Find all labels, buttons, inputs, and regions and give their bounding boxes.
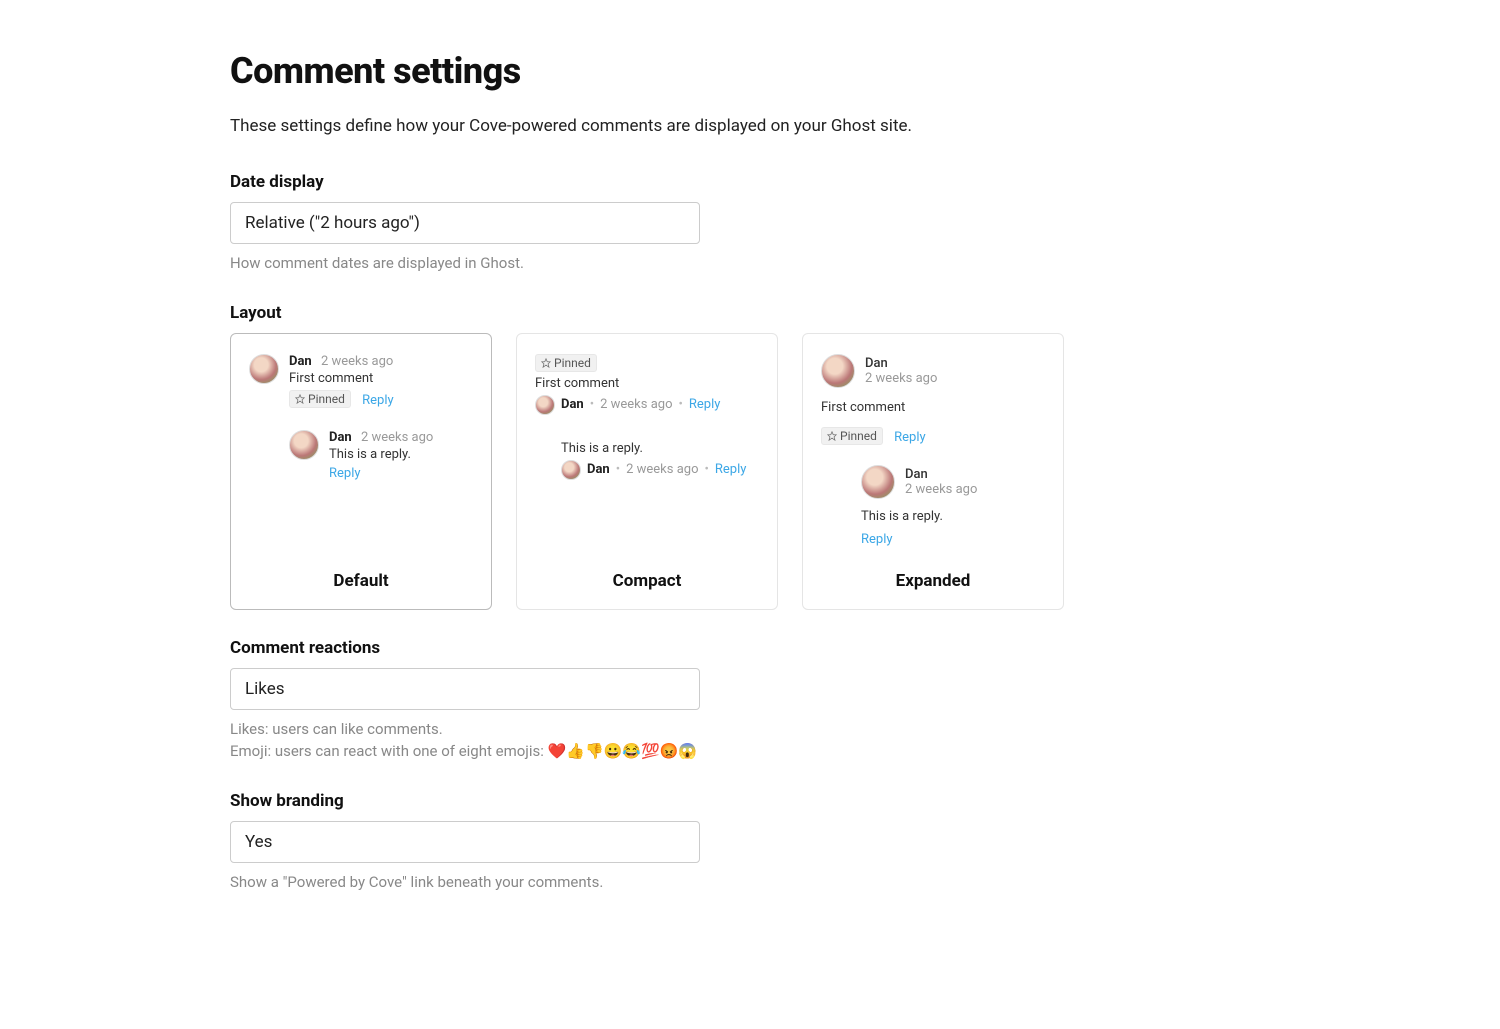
avatar [561, 460, 581, 480]
comment-author: Dan [561, 397, 584, 412]
comment-author: Dan [865, 356, 937, 371]
branding-select[interactable]: Yes [230, 821, 700, 863]
star-icon [827, 431, 837, 441]
comment-author: Dan [289, 354, 312, 369]
avatar [821, 354, 855, 388]
pinned-badge: Pinned [535, 354, 597, 372]
pinned-label: Pinned [554, 356, 591, 370]
separator: • [616, 462, 620, 477]
comment-text: First comment [289, 371, 473, 386]
avatar [289, 430, 319, 460]
reactions-help: Likes: users can like comments. Emoji: u… [230, 718, 1460, 763]
avatar [249, 354, 279, 384]
layout-option-default[interactable]: Dan 2 weeks ago First comment Pinned Rep… [230, 333, 492, 610]
layout-title-expanded: Expanded [803, 557, 1063, 609]
reply-text: This is a reply. [561, 441, 759, 456]
star-icon [295, 394, 305, 404]
reactions-select[interactable]: Likes [230, 668, 700, 710]
reply-text: This is a reply. [329, 447, 473, 462]
reply-time: 2 weeks ago [905, 482, 977, 497]
page-title: Comment settings [230, 50, 1460, 92]
comment-text: First comment [821, 400, 1045, 415]
layout-preview-expanded: Dan 2 weeks ago First comment Pinned Rep… [803, 334, 1063, 557]
comment-time: 2 weeks ago [865, 371, 937, 386]
separator: • [590, 397, 594, 412]
reply-time: 2 weeks ago [626, 462, 698, 477]
layout-title-default: Default [231, 557, 491, 609]
page-intro: These settings define how your Cove-powe… [230, 116, 1460, 136]
reply-text: This is a reply. [861, 509, 1045, 524]
date-display-help: How comment dates are displayed in Ghost… [230, 252, 1460, 275]
separator: • [705, 462, 709, 477]
reactions-label: Comment reactions [230, 638, 1460, 658]
comment-text: First comment [535, 376, 759, 391]
layout-option-expanded[interactable]: Dan 2 weeks ago First comment Pinned Rep… [802, 333, 1064, 610]
reply-link[interactable]: Reply [861, 532, 893, 547]
date-display-select[interactable]: Relative ("2 hours ago") [230, 202, 700, 244]
pinned-label: Pinned [308, 392, 345, 406]
layout-preview-compact: Pinned First comment Dan • 2 weeks ago •… [517, 334, 777, 557]
branding-help: Show a "Powered by Cove" link beneath yo… [230, 871, 1460, 894]
pinned-badge: Pinned [289, 390, 351, 408]
reply-time: 2 weeks ago [361, 430, 433, 445]
reply-link[interactable]: Reply [362, 393, 394, 408]
comment-time: 2 weeks ago [600, 397, 672, 412]
branding-label: Show branding [230, 791, 1460, 811]
date-display-label: Date display [230, 172, 1460, 192]
reactions-help-line2: Emoji: users can react with one of eight… [230, 740, 1460, 763]
separator: • [679, 397, 683, 412]
reply-link[interactable]: Reply [329, 466, 361, 481]
avatar [861, 465, 895, 499]
layout-option-compact[interactable]: Pinned First comment Dan • 2 weeks ago •… [516, 333, 778, 610]
reply-author: Dan [329, 430, 352, 445]
reply-link[interactable]: Reply [894, 430, 926, 445]
reply-link[interactable]: Reply [715, 462, 747, 477]
layout-preview-default: Dan 2 weeks ago First comment Pinned Rep… [231, 334, 491, 557]
reply-author: Dan [905, 467, 977, 482]
reply-link[interactable]: Reply [689, 397, 721, 412]
avatar [535, 395, 555, 415]
pinned-label: Pinned [840, 429, 877, 443]
reactions-help-line1: Likes: users can like comments. [230, 718, 1460, 741]
pinned-badge: Pinned [821, 427, 883, 445]
reply-author: Dan [587, 462, 610, 477]
layout-label: Layout [230, 303, 1460, 323]
comment-time: 2 weeks ago [321, 354, 393, 369]
star-icon [541, 358, 551, 368]
layout-title-compact: Compact [517, 557, 777, 609]
